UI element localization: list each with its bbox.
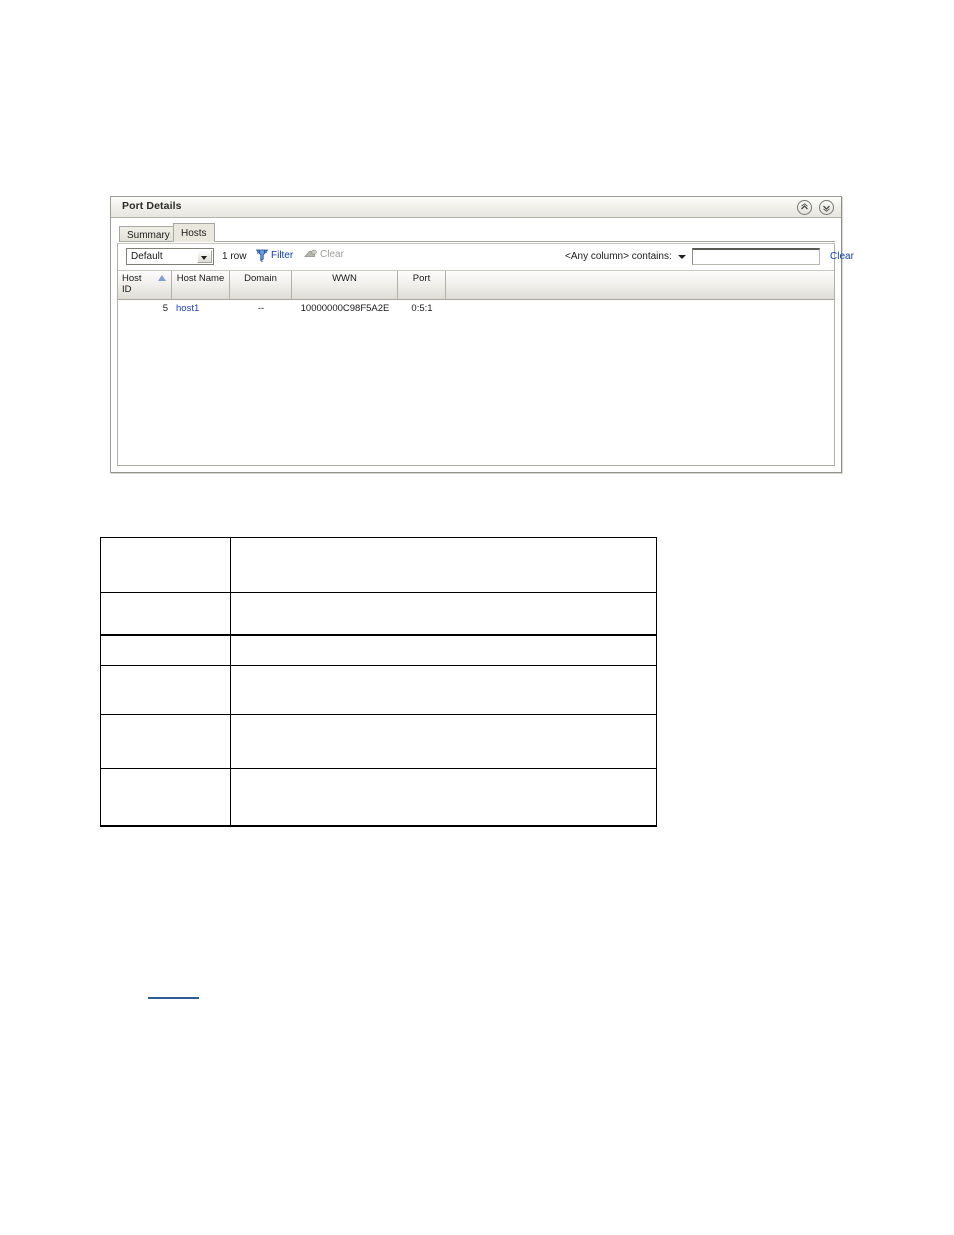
clear-filter-button[interactable]: Clear — [304, 249, 344, 260]
cell-port: 0:5:1 — [411, 302, 433, 314]
collapse-button[interactable] — [797, 200, 812, 215]
grid-header-row: Host ID Host Name Domain WWN Port — [118, 271, 834, 300]
filter-button-label: Filter — [271, 250, 294, 261]
quick-filter-input[interactable] — [692, 248, 820, 265]
column-header-domain-label: Domain — [244, 273, 277, 284]
cell-domain: -- — [257, 302, 265, 314]
column-header-wwn[interactable]: WWN — [292, 271, 398, 299]
doc-cell-value — [230, 665, 657, 715]
expand-button[interactable] — [819, 200, 834, 215]
tab-hosts-label: Hosts — [181, 228, 207, 239]
table-row — [100, 768, 657, 827]
panel-titlebar: Port Details — [111, 197, 841, 218]
tab-hosts[interactable]: Hosts — [173, 223, 215, 242]
hosts-grid: Host ID Host Name Domain WWN Port 5 host… — [118, 271, 834, 464]
footer-link[interactable] — [148, 987, 199, 999]
row-count-label: 1 row — [222, 251, 247, 262]
chevron-up-circle-icon — [801, 203, 808, 210]
view-select-value: Default — [131, 251, 163, 262]
doc-cell-value — [230, 592, 657, 636]
column-header-filler — [446, 271, 834, 299]
cell-host-id: 5 — [162, 302, 168, 314]
table-row — [100, 537, 657, 593]
doc-cell-value — [230, 537, 657, 593]
grid-body: 5 host1 -- 10000000C98F5A2E 0:5:1 — [118, 300, 834, 464]
doc-cell-value — [230, 634, 657, 666]
chevron-down-circle-icon — [823, 205, 830, 212]
tab-summary-label: Summary — [127, 230, 170, 241]
doc-cell-label — [100, 665, 231, 715]
tab-summary[interactable]: Summary — [119, 226, 178, 242]
tab-content-panel: Default 1 row Filter Clear <Any column> … — [117, 243, 854, 466]
column-header-wwn-label: WWN — [332, 273, 357, 284]
column-header-port[interactable]: Port — [398, 271, 446, 299]
column-header-host-id[interactable]: Host ID — [118, 271, 172, 299]
quick-filter-label: <Any column> contains: — [565, 251, 672, 262]
table-row — [100, 634, 657, 666]
column-header-domain[interactable]: Domain — [230, 271, 292, 299]
doc-cell-label — [100, 592, 231, 636]
column-header-host-id-line1: Host — [122, 273, 142, 284]
column-header-port-label: Port — [412, 273, 431, 284]
document-table — [100, 537, 657, 827]
page-title: Port Details — [122, 200, 182, 212]
tab-strip: Summary Hosts — [111, 222, 841, 242]
table-row — [100, 592, 657, 636]
column-header-host-id-line2: ID — [122, 284, 132, 295]
titlebar-button-group — [797, 200, 834, 215]
port-details-panel: Port Details Summary Hosts Default 1 row… — [110, 196, 854, 473]
grid-toolbar: Default 1 row Filter Clear <Any column> … — [118, 244, 854, 271]
filter-button[interactable]: Filter — [256, 249, 293, 262]
table-row[interactable]: 5 host1 -- 10000000C98F5A2E 0:5:1 — [118, 300, 834, 316]
doc-cell-label — [100, 768, 231, 827]
eraser-icon — [304, 249, 317, 257]
quick-filter-clear-link[interactable]: Clear — [830, 251, 854, 262]
table-row — [100, 665, 657, 715]
sort-ascending-icon — [158, 275, 166, 281]
cell-wwn: 10000000C98F5A2E — [300, 302, 390, 314]
doc-cell-value — [230, 714, 657, 769]
funnel-icon — [256, 249, 268, 262]
cell-host-name-link[interactable]: host1 — [172, 303, 230, 314]
doc-cell-value — [230, 768, 657, 827]
quick-filter-chevron-down-icon[interactable] — [678, 255, 686, 259]
table-row — [100, 714, 657, 769]
clear-filter-label: Clear — [320, 249, 344, 260]
doc-cell-label — [100, 537, 231, 593]
column-header-host-name[interactable]: Host Name — [172, 271, 230, 299]
view-select[interactable]: Default — [126, 248, 214, 265]
column-header-host-name-label: Host Name — [176, 273, 225, 284]
chevron-down-icon[interactable] — [197, 250, 212, 263]
doc-cell-label — [100, 634, 231, 666]
doc-cell-label — [100, 714, 231, 769]
